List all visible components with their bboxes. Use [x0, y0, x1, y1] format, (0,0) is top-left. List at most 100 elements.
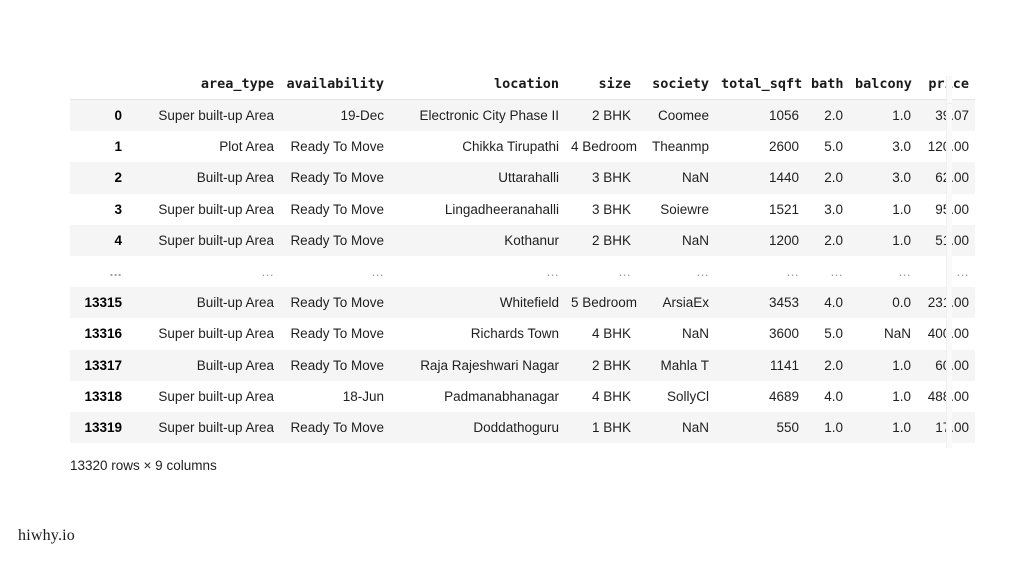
cell-total_sqft: 550 [776, 419, 799, 435]
column-header-availability: availability [286, 76, 384, 92]
cell-total_sqft: 1440 [768, 170, 799, 186]
header-row: area_type availability location size soc… [70, 76, 975, 100]
cell-location: Padmanabhanagar [444, 388, 559, 404]
cell-society: ... [696, 264, 709, 280]
row-index-cell: 4 [114, 232, 122, 248]
cell-balcony: 0.0 [892, 295, 911, 311]
cell-area_type: Built-up Area [196, 295, 274, 311]
cell-total_sqft: 1200 [768, 232, 799, 248]
truncated-column-header [947, 76, 952, 104]
cell-area_type: Super built-up Area [158, 232, 274, 248]
site-watermark: hiwhy.io [18, 527, 76, 544]
table-row: 3 Super built-up Area Ready To Move Lingadh… [70, 193, 975, 225]
row-index-cell: 13317 [84, 357, 122, 373]
row-index-cell: 1 [114, 139, 122, 155]
column-header-location: location [493, 76, 559, 92]
cell-size: 4 BHK [591, 388, 631, 404]
cell-size: 1 BHK [591, 419, 631, 435]
row-index-cell: 13316 [84, 326, 122, 342]
cell-size: 3 BHK [591, 201, 631, 217]
cell-society: Coomee [657, 108, 709, 124]
cell-size: 3 BHK [591, 170, 631, 186]
cell-bath: 2.0 [824, 232, 843, 248]
cell-availability: Ready To Move [290, 326, 384, 342]
cell-society: Soiewre [660, 201, 709, 217]
table-row: 2 Built-up Area Ready To Move Uttarahalli 3 … [70, 162, 975, 194]
cell-society: SollyCl [666, 388, 709, 404]
cell-total_sqft: 4689 [768, 388, 799, 404]
cell-size: 2 BHK [591, 357, 631, 373]
column-header-balcony: balcony [855, 76, 912, 92]
cell-balcony: 3.0 [892, 139, 911, 155]
table-row: 1 Plot Area Ready To Move Chikka Tirupathi 4… [70, 131, 975, 163]
table-row: 13317 Built-up Area Ready To Move Raja Raje… [70, 349, 975, 381]
column-header-index [70, 76, 130, 100]
cell-location: Doddathoguru [473, 419, 559, 435]
cell-location: Richards Town [470, 326, 559, 342]
cell-area_type: Super built-up Area [158, 326, 274, 342]
cell-balcony: ... [898, 264, 911, 280]
cell-area_type: Super built-up Area [158, 388, 274, 404]
cell-total_sqft: 1056 [768, 108, 799, 124]
column-header-bath: bath [811, 76, 844, 92]
cell-bath: 2.0 [824, 108, 843, 124]
cell-society: NaN [681, 232, 709, 248]
row-index-cell: 13319 [84, 419, 122, 435]
dataframe-container: area_type availability location size soc… [70, 76, 975, 444]
cell-location: ... [546, 264, 559, 280]
cell-bath: 5.0 [824, 139, 843, 155]
cell-availability: Ready To Move [290, 201, 384, 217]
cell-bath: 2.0 [824, 357, 843, 373]
cell-total_sqft: ... [786, 264, 799, 280]
cell-location: Whitefield [499, 295, 559, 311]
cell-balcony: 1.0 [892, 232, 911, 248]
cell-area_type: Super built-up Area [158, 108, 274, 124]
cell-total_sqft: 3600 [768, 326, 799, 342]
cell-society: NaN [681, 326, 709, 342]
column-header-society: society [652, 76, 709, 92]
cell-area_type: ... [261, 264, 274, 280]
cell-society: Theanmp [651, 139, 709, 155]
cell-balcony: 1.0 [892, 357, 911, 373]
cell-availability: Ready To Move [290, 419, 384, 435]
row-index-cell: ... [109, 264, 122, 280]
cell-availability: Ready To Move [290, 295, 384, 311]
cell-size: 2 BHK [591, 232, 631, 248]
cell-society: ArsiaEx [662, 295, 709, 311]
cell-area_type: Built-up Area [196, 170, 274, 186]
table-ellipsis-row: .............................. [70, 255, 975, 288]
table-body: 0 Super built-up Area 19-Dec Electronic Cit… [70, 99, 975, 444]
cell-size: ... [618, 264, 631, 280]
cell-availability: Ready To Move [290, 232, 384, 248]
cell-bath: 5.0 [824, 326, 843, 342]
cell-balcony: 3.0 [892, 170, 911, 186]
cell-location: Lingadheeranahalli [444, 201, 559, 217]
cell-total_sqft: 2600 [768, 139, 799, 155]
row-index-cell: 13315 [84, 295, 122, 311]
cell-bath: 4.0 [824, 295, 843, 311]
column-header-area_type: area_type [200, 76, 274, 92]
cell-availability: Ready To Move [290, 170, 384, 186]
cell-balcony: 1.0 [892, 388, 911, 404]
table-row: 13316 Super built-up Area Ready To Move Ric… [70, 318, 975, 350]
table-header: area_type availability location size soc… [70, 76, 975, 100]
cell-society: NaN [681, 170, 709, 186]
table-row: 13315 Built-up Area Ready To Move Whitefiel… [70, 287, 975, 319]
column-header-total_sqft: total_sqft [721, 76, 803, 92]
cell-location: Raja Rajeshwari Nagar [420, 357, 559, 373]
cell-size: 2 BHK [591, 108, 631, 124]
dataframe-table: area_type availability location size soc… [70, 76, 975, 444]
column-header-size: size [598, 76, 631, 92]
cell-bath: 1.0 [824, 419, 843, 435]
dataframe-shape-caption: 13320 rows × 9 columns [70, 458, 217, 473]
cell-area_type: Super built-up Area [158, 201, 274, 217]
table-row: 13318 Super built-up Area 18-Jun Padmanabha… [70, 380, 975, 412]
cell-total_sqft: 1521 [768, 201, 799, 217]
cell-bath: 2.0 [824, 170, 843, 186]
cell-availability: Ready To Move [290, 357, 384, 373]
cell-availability: Ready To Move [290, 139, 384, 155]
row-index-cell: 3 [114, 201, 122, 217]
cell-society: NaN [681, 419, 709, 435]
cell-bath: 4.0 [824, 388, 843, 404]
cell-availability: 18-Jun [342, 388, 384, 404]
